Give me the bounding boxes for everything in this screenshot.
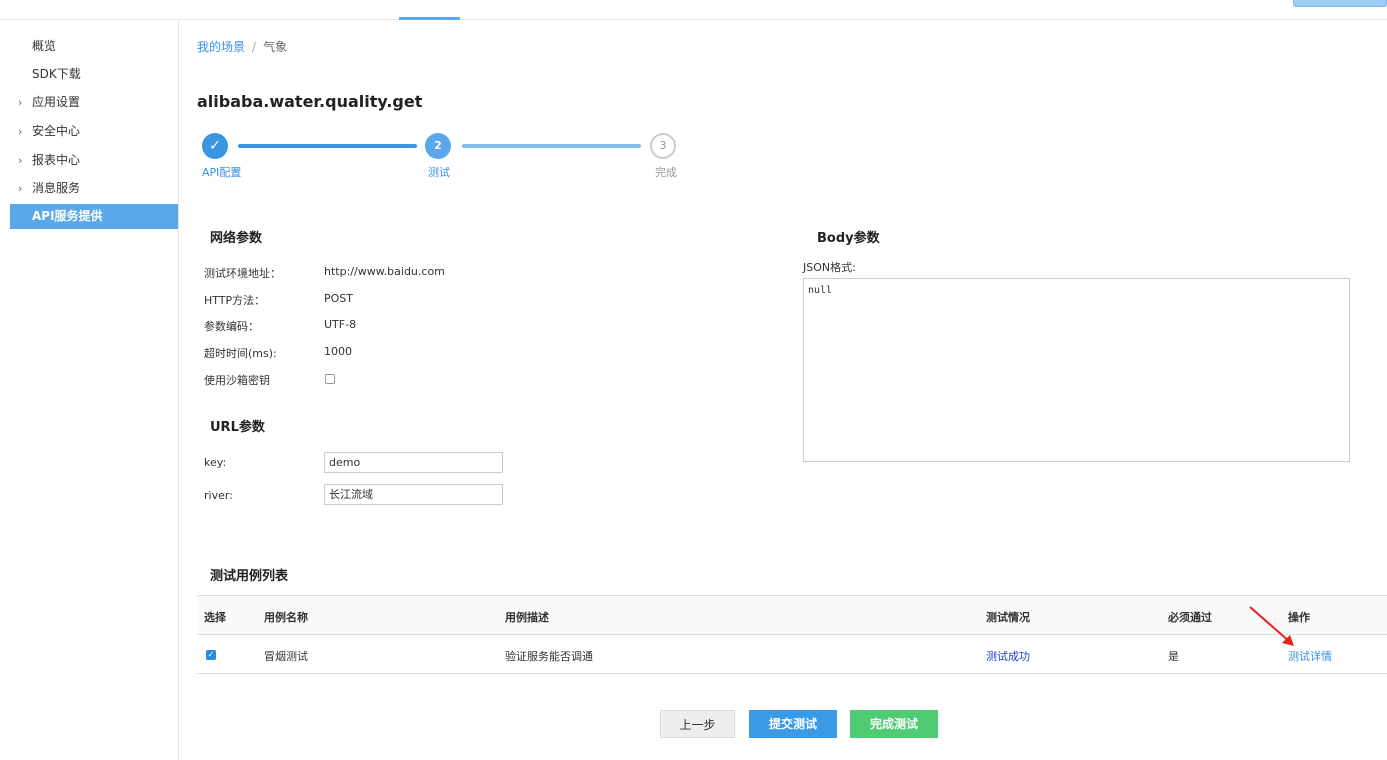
column-header: 用例描述 [505, 611, 549, 624]
test-cases-title: 测试用例列表 [210, 569, 289, 584]
finish-test-button[interactable]: 完成测试 [850, 710, 938, 738]
test-detail-link[interactable]: 测试详情 [1288, 648, 1332, 664]
network-params-title: 网络参数 [210, 231, 263, 246]
column-header: 选择 [204, 611, 226, 624]
top-bar [0, 0, 1387, 20]
sidebar-item-label: 应用设置 [32, 95, 81, 109]
step-connector [462, 144, 641, 148]
field-label: 参数编码： [204, 320, 259, 333]
http-method-value: POST [324, 292, 353, 305]
breadcrumb: 我的场景 / 气象 [197, 38, 287, 55]
step-2-indicator: 2 [425, 133, 451, 159]
encoding-value: UTF-8 [324, 318, 357, 331]
sidebar-item-security-center[interactable]: › 安全中心 [10, 119, 178, 144]
sidebar-item-app-settings[interactable]: › 应用设置 [10, 90, 178, 115]
json-format-label: JSON格式: [803, 261, 856, 274]
column-header: 测试情况 [986, 611, 1030, 624]
column-header: 必须通过 [1168, 611, 1212, 624]
row-select-checkbox[interactable]: ✓ [206, 650, 216, 660]
table-header: 选择 用例名称 用例描述 测试情况 必须通过 操作 [197, 595, 1387, 635]
step-3-indicator: 3 [650, 133, 676, 159]
sidebar-item-label: 消息服务 [32, 181, 81, 195]
field-label: 超时时间(ms): [204, 347, 277, 360]
annotation-arrow-icon [1249, 606, 1294, 646]
top-right-button[interactable] [1293, 0, 1387, 7]
sidebar-item-message-service[interactable]: › 消息服务 [10, 176, 178, 201]
test-env-url-value: http://www.baidu.com [324, 265, 445, 278]
case-description: 验证服务能否调通 [505, 650, 593, 663]
submit-test-button[interactable]: 提交测试 [749, 710, 837, 738]
active-tab-indicator [399, 17, 460, 20]
sidebar-item-label: 安全中心 [32, 124, 81, 138]
field-label: HTTP方法： [204, 294, 266, 307]
sidebar-item-report-center[interactable]: › 报表中心 [10, 148, 178, 173]
sidebar-item-label: SDK下载 [32, 67, 81, 81]
prev-step-button[interactable]: 上一步 [660, 710, 735, 738]
column-header: 用例名称 [264, 611, 308, 624]
chevron-right-icon: › [18, 182, 23, 195]
page-title: alibaba.water.quality.get [197, 92, 423, 111]
url-params-title: URL参数 [210, 420, 265, 435]
breadcrumb-separator: / [252, 40, 257, 54]
step-1-label: API配置 [202, 166, 242, 179]
field-label: key: [204, 456, 227, 469]
sidebar: 概览 SDK下载 › 应用设置 › 安全中心 › 报表中心 › 消息服务 API… [0, 20, 179, 760]
sidebar-item-overview[interactable]: 概览 [10, 34, 178, 59]
sidebar-item-sdk-download[interactable]: SDK下载 [10, 62, 178, 87]
step-connector [238, 144, 417, 148]
chevron-right-icon: › [18, 154, 23, 167]
step-2-label: 测试 [428, 166, 450, 179]
case-name: 冒烟测试 [264, 650, 308, 663]
breadcrumb-link[interactable]: 我的场景 [197, 40, 245, 54]
step-3-label: 完成 [655, 166, 677, 179]
breadcrumb-current: 气象 [263, 40, 288, 54]
key-input[interactable]: demo [324, 452, 503, 473]
sandbox-key-checkbox[interactable] [325, 374, 335, 384]
field-label: 测试环境地址： [204, 267, 281, 280]
sidebar-item-label: 报表中心 [32, 153, 81, 167]
chevron-right-icon: › [18, 96, 23, 109]
timeout-value: 1000 [324, 345, 352, 358]
required-value: 是 [1168, 650, 1179, 663]
river-input[interactable]: 长江流域 [324, 484, 503, 505]
sidebar-item-label: API服务提供 [32, 209, 103, 223]
table-row: ✓ 冒烟测试 验证服务能否调通 测试成功 是 测试详情 [197, 635, 1387, 674]
body-params-title: Body参数 [817, 231, 880, 246]
step-1-check-icon: ✓ [202, 133, 228, 159]
chevron-right-icon: › [18, 125, 23, 138]
json-body-textarea[interactable]: null [803, 278, 1350, 462]
test-status-link[interactable]: 测试成功 [986, 648, 1030, 664]
field-label: river: [204, 489, 233, 502]
field-label: 使用沙箱密钥 [204, 374, 270, 387]
sidebar-item-label: 概览 [32, 39, 57, 53]
sidebar-item-api-service[interactable]: API服务提供 [10, 204, 178, 229]
